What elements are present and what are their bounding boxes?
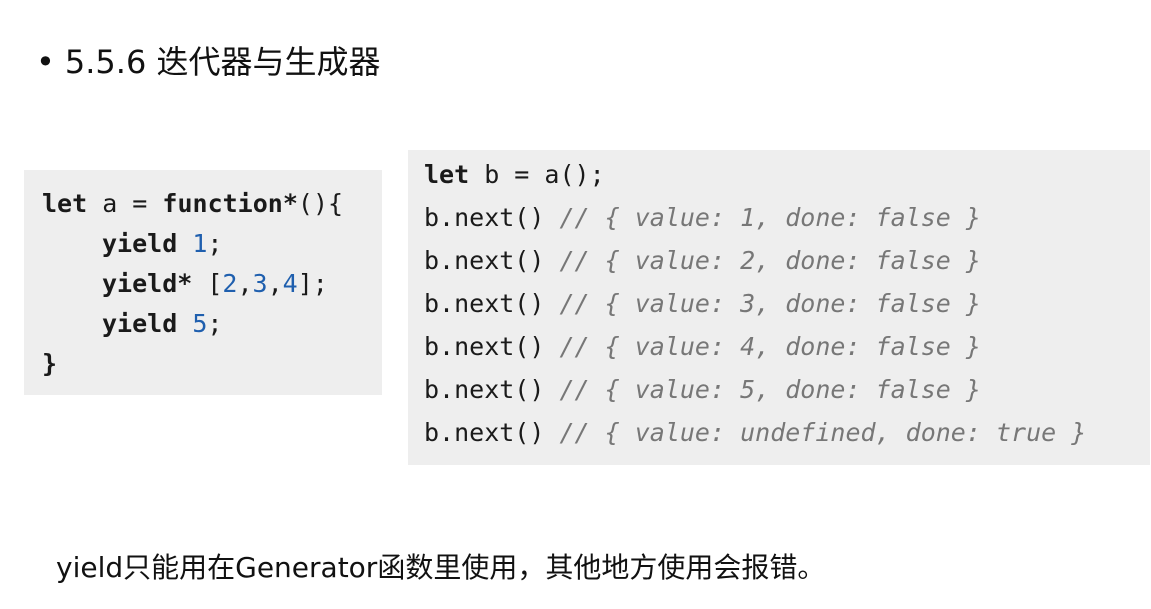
generator-definition-code-block: let a = function*(){ yield 1; yield* [2,… [24,170,382,395]
code-text: b = a(); [469,160,605,189]
code-comment: // { value: 2, done: false } [544,246,981,275]
number-literal: 4 [282,269,298,298]
number-literal: 2 [222,269,238,298]
code-comment: // { value: 1, done: false } [544,203,981,232]
code-text: ; [207,309,223,338]
code-line: b.next() // { value: 5, done: false } [424,368,1150,411]
keyword: function* [162,189,298,218]
code-line: b.next() // { value: 4, done: false } [424,325,1150,368]
yield-usage-note: yield只能用在Generator函数里使用，其他地方使用会报错。 [56,551,826,584]
code-line: b.next() // { value: undefined, done: tr… [424,411,1150,454]
code-text: [ [192,269,223,298]
code-line: b.next() // { value: 2, done: false } [424,239,1150,282]
code-text: ; [207,229,223,258]
iterator-usage-code-block: let b = a(); b.next() // { value: 1, don… [408,150,1150,465]
keyword: yield* [102,269,193,298]
code-comment: // { value: 4, done: false } [544,332,981,361]
code-comment: // { value: 5, done: false } [544,375,981,404]
code-text: (){ [297,189,344,218]
heading-text: 5.5.6 迭代器与生成器 [64,43,381,81]
closing-brace: } [42,349,58,378]
code-line: yield* [2,3,4]; [42,264,382,304]
number-literal: 5 [192,309,208,338]
keyword: let [424,160,470,189]
code-text: ]; [297,269,328,298]
keyword: yield [102,229,178,258]
code-line: } [42,344,382,384]
code-text: b.next() [424,332,545,361]
code-text: , [237,269,253,298]
number-literal: 1 [192,229,208,258]
code-text: b.next() [424,289,545,318]
keyword: yield [102,309,178,338]
bullet-icon: • [36,43,55,81]
code-line: yield 5; [42,304,382,344]
code-text: a = [87,189,163,218]
code-line: let b = a(); [424,153,1150,196]
code-line: let a = function*(){ [42,184,382,224]
slide-heading: • 5.5.6 迭代器与生成器 [36,38,380,86]
code-text: b.next() [424,375,545,404]
keyword: let [42,189,88,218]
code-comment: // { value: 3, done: false } [544,289,981,318]
code-line: b.next() // { value: 3, done: false } [424,282,1150,325]
code-text: b.next() [424,203,545,232]
code-line: yield 1; [42,224,382,264]
number-literal: 3 [252,269,268,298]
code-line: b.next() // { value: 1, done: false } [424,196,1150,239]
code-comment: // { value: undefined, done: true } [544,418,1087,447]
code-text: , [267,269,283,298]
code-text: b.next() [424,246,545,275]
code-text: b.next() [424,418,545,447]
